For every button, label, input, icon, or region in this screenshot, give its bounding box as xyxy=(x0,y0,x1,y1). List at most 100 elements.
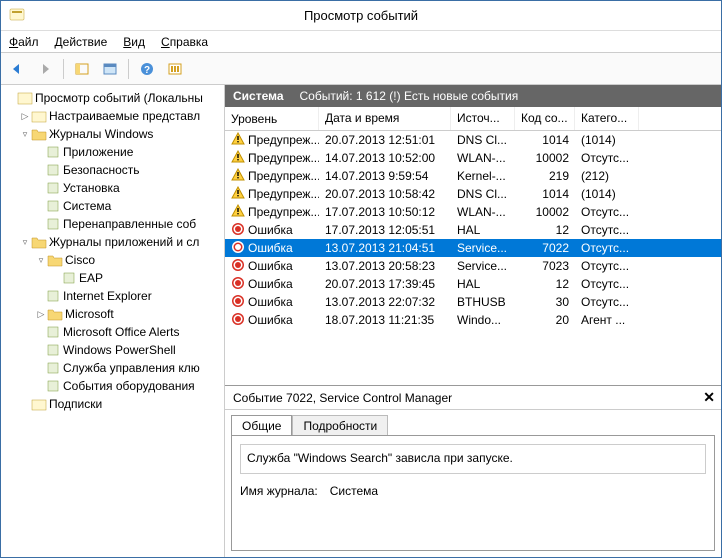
cell-source: Service... xyxy=(451,259,515,273)
menu-help[interactable]: Справка xyxy=(161,35,208,49)
cell-source: WLAN-... xyxy=(451,151,515,165)
event-row[interactable]: Ошибка18.07.2013 11:21:35Windo...20Агент… xyxy=(225,311,721,329)
column-level[interactable]: Уровень xyxy=(225,107,319,130)
log-icon xyxy=(45,360,61,376)
tree-horizontal-scrollbar[interactable] xyxy=(1,541,224,557)
cell-source: DNS Cl... xyxy=(451,187,515,201)
expand-icon[interactable]: ▷ xyxy=(19,110,31,122)
event-row[interactable]: Ошибка20.07.2013 17:39:45HAL12Отсутс... xyxy=(225,275,721,293)
detail-body[interactable]: Служба "Windows Search" зависла при запу… xyxy=(231,435,715,551)
column-datetime[interactable]: Дата и время xyxy=(319,107,451,130)
tree-pane[interactable]: Просмотр событий (Локальны ▷ Настраиваем… xyxy=(1,85,225,557)
column-source[interactable]: Источ... xyxy=(451,107,515,130)
log-icon xyxy=(61,270,77,286)
log-icon xyxy=(45,162,61,178)
menu-view[interactable]: Вид xyxy=(123,35,145,49)
tree-application[interactable]: Приложение xyxy=(1,143,224,161)
cell-level: Ошибка xyxy=(225,222,319,239)
tree-system[interactable]: Система xyxy=(1,197,224,215)
cell-datetime: 13.07.2013 21:04:51 xyxy=(319,241,451,255)
log-icon xyxy=(45,216,61,232)
back-button[interactable] xyxy=(5,57,29,81)
cell-code: 7023 xyxy=(515,259,575,273)
cell-source: BTHUSB xyxy=(451,295,515,309)
cell-source: DNS Cl... xyxy=(451,133,515,147)
collapse-icon[interactable]: ▿ xyxy=(35,254,47,266)
column-code[interactable]: Код со... xyxy=(515,107,575,130)
menu-file[interactable]: Файл xyxy=(9,35,39,49)
folder-icon xyxy=(31,234,47,250)
warning-icon xyxy=(231,204,245,221)
forward-button[interactable] xyxy=(33,57,57,81)
error-icon xyxy=(231,294,245,311)
events-pane-header: Система Событий: 1 612 (!) Есть новые со… xyxy=(225,85,721,107)
cell-datetime: 14.07.2013 10:52:00 xyxy=(319,151,451,165)
cell-category: Отсутс... xyxy=(575,205,639,219)
properties-button[interactable] xyxy=(98,57,122,81)
events-list[interactable]: Предупреж...20.07.2013 12:51:01DNS Cl...… xyxy=(225,131,721,385)
collapse-icon[interactable] xyxy=(5,92,17,104)
log-icon xyxy=(45,198,61,214)
log-name: Система xyxy=(233,89,284,103)
collapse-icon[interactable]: ▿ xyxy=(19,128,31,140)
tab-general[interactable]: Общие xyxy=(231,415,292,436)
cell-code: 219 xyxy=(515,169,575,183)
event-row[interactable]: Предупреж...20.07.2013 10:58:42DNS Cl...… xyxy=(225,185,721,203)
tree-ie[interactable]: Internet Explorer xyxy=(1,287,224,305)
tree-root[interactable]: Просмотр событий (Локальны xyxy=(1,89,224,107)
event-row[interactable]: Ошибка13.07.2013 22:07:32BTHUSB30Отсутс.… xyxy=(225,293,721,311)
additional-button[interactable] xyxy=(163,57,187,81)
cell-level: Ошибка xyxy=(225,294,319,311)
events-columns: Уровень Дата и время Источ... Код со... … xyxy=(225,107,721,131)
cell-datetime: 14.07.2013 9:59:54 xyxy=(319,169,451,183)
cell-source: HAL xyxy=(451,223,515,237)
event-row[interactable]: Предупреж...17.07.2013 10:50:12WLAN-...1… xyxy=(225,203,721,221)
collapse-icon[interactable]: ▿ xyxy=(19,236,31,248)
tree-security[interactable]: Безопасность xyxy=(1,161,224,179)
cell-level: Ошибка xyxy=(225,276,319,293)
tree-windows-logs[interactable]: ▿ Журналы Windows xyxy=(1,125,224,143)
log-icon xyxy=(45,342,61,358)
cell-datetime: 17.07.2013 10:50:12 xyxy=(319,205,451,219)
event-row[interactable]: Предупреж...20.07.2013 12:51:01DNS Cl...… xyxy=(225,131,721,149)
tab-details[interactable]: Подробности xyxy=(292,415,388,436)
expand-icon[interactable]: ▷ xyxy=(35,308,47,320)
menu-action[interactable]: Действие xyxy=(55,35,108,49)
folder-icon xyxy=(31,108,47,124)
tree-forwarded[interactable]: Перенаправленные соб xyxy=(1,215,224,233)
detail-title: Событие 7022, Service Control Manager xyxy=(233,391,452,405)
tree-key-mgmt[interactable]: Служба управления клю xyxy=(1,359,224,377)
show-hide-tree-button[interactable] xyxy=(70,57,94,81)
tree-hardware-events[interactable]: События оборудования xyxy=(1,377,224,395)
event-row[interactable]: Предупреж...14.07.2013 10:52:00WLAN-...1… xyxy=(225,149,721,167)
tree-app-service-logs[interactable]: ▿ Журналы приложений и сл xyxy=(1,233,224,251)
tree-subscriptions[interactable]: Подписки xyxy=(1,395,224,413)
event-row[interactable]: Ошибка13.07.2013 20:58:23Service...7023О… xyxy=(225,257,721,275)
cell-code: 10002 xyxy=(515,205,575,219)
close-icon[interactable]: ✕ xyxy=(703,389,715,406)
window-title: Просмотр событий xyxy=(304,8,418,23)
cell-category: Отсутс... xyxy=(575,259,639,273)
tree-cisco[interactable]: ▿ Cisco xyxy=(1,251,224,269)
blank xyxy=(19,398,31,410)
tree-microsoft[interactable]: ▷ Microsoft xyxy=(1,305,224,323)
detail-tabs: Общие Подробности xyxy=(225,410,721,435)
cell-category: (212) xyxy=(575,169,639,183)
main-area: Просмотр событий (Локальны ▷ Настраиваем… xyxy=(1,85,721,557)
event-row[interactable]: Ошибка17.07.2013 12:05:51HAL12Отсутс... xyxy=(225,221,721,239)
eventviewer-icon xyxy=(17,90,33,106)
event-row[interactable]: Предупреж...14.07.2013 9:59:54Kernel-...… xyxy=(225,167,721,185)
cell-code: 12 xyxy=(515,277,575,291)
help-button[interactable]: ? xyxy=(135,57,159,81)
tree-eap[interactable]: EAP xyxy=(1,269,224,287)
tree-setup[interactable]: Установка xyxy=(1,179,224,197)
tree-office-alerts[interactable]: Microsoft Office Alerts xyxy=(1,323,224,341)
cell-category: (1014) xyxy=(575,187,639,201)
column-category[interactable]: Катего... xyxy=(575,107,639,130)
tree-powershell[interactable]: Windows PowerShell xyxy=(1,341,224,359)
tree-custom-views[interactable]: ▷ Настраиваемые представл xyxy=(1,107,224,125)
cell-datetime: 13.07.2013 20:58:23 xyxy=(319,259,451,273)
event-row[interactable]: Ошибка13.07.2013 21:04:51Service...7022О… xyxy=(225,239,721,257)
cell-level: Ошибка xyxy=(225,312,319,329)
log-icon xyxy=(45,144,61,160)
